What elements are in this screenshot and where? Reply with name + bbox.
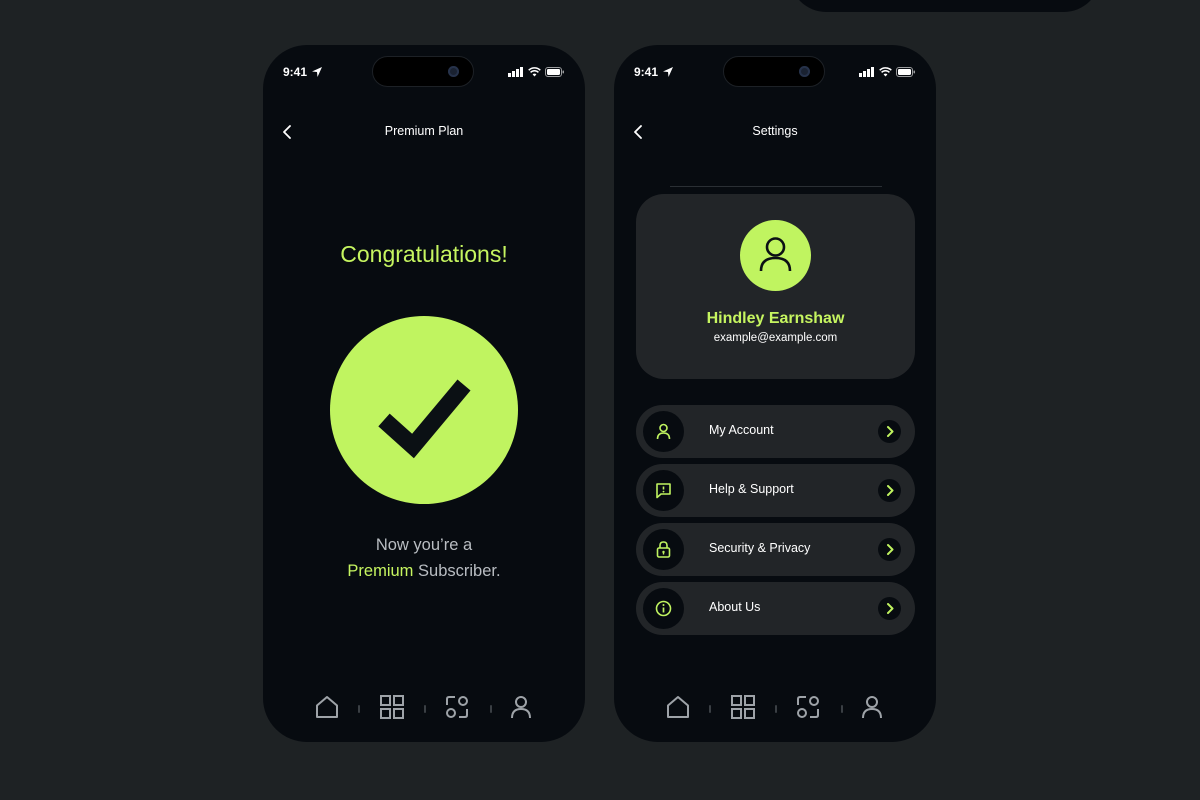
- user-icon: [656, 423, 671, 440]
- home-icon[interactable]: [664, 693, 692, 721]
- avatar[interactable]: [740, 220, 811, 291]
- tab-separator: [358, 705, 360, 713]
- chevron-right-icon: [878, 479, 901, 502]
- menu-label: Help & Support: [709, 482, 794, 496]
- profile-name: Hindley Earnshaw: [706, 310, 845, 327]
- divider: [670, 186, 882, 187]
- location-arrow-icon: [663, 67, 674, 77]
- chevron-right-icon: [878, 538, 901, 561]
- camera-icon: [448, 66, 459, 77]
- time-text: 9:41: [634, 65, 659, 79]
- subscriber-text: Subscriber.: [413, 562, 501, 580]
- scan-icon[interactable]: [443, 693, 471, 721]
- profile-card: Hindley Earnshaw example@example.com: [636, 194, 915, 379]
- grid-icon[interactable]: [729, 693, 757, 721]
- status-bar-time: 9:41: [283, 65, 323, 79]
- wifi-icon: [528, 67, 541, 77]
- congrats-heading: Congratulations!: [340, 241, 508, 267]
- menu-icon-wrap: [643, 588, 684, 629]
- phone-settings: 9:41 Settings Hindley Earnshaw example@e…: [614, 45, 936, 742]
- camera-icon: [799, 66, 810, 77]
- tab-separator: [775, 705, 777, 713]
- status-icons: [859, 67, 916, 77]
- phone-premium-plan: 9:41 Premium Plan Congratulations! Now y…: [263, 45, 585, 742]
- background-phone-edge: [790, 0, 1100, 12]
- home-icon[interactable]: [313, 693, 341, 721]
- time-text: 9:41: [283, 65, 308, 79]
- menu-label: Security & Privacy: [709, 541, 811, 555]
- success-badge: [330, 316, 518, 504]
- tab-separator: [490, 705, 492, 713]
- menu-icon-wrap: [643, 470, 684, 511]
- profile-icon[interactable]: [507, 693, 535, 721]
- message-alert-icon: [656, 483, 671, 499]
- subscriber-message-line1: Now you’re a: [375, 536, 473, 554]
- page-title: Settings: [752, 124, 798, 138]
- subscriber-message-line2: Premium Subscriber.: [263, 562, 585, 581]
- chevron-right-icon: [878, 420, 901, 443]
- bottom-tab-bar: [263, 693, 585, 723]
- menu-item-help-support[interactable]: Help & Support: [636, 464, 915, 517]
- info-icon: [655, 600, 672, 617]
- menu-item-my-account[interactable]: My Account: [636, 405, 915, 458]
- wifi-icon: [879, 67, 892, 77]
- menu-item-security-privacy[interactable]: Security & Privacy: [636, 523, 915, 576]
- status-icons: [508, 67, 565, 77]
- scan-icon[interactable]: [794, 693, 822, 721]
- signal-icon: [859, 67, 874, 77]
- page-title: Premium Plan: [384, 124, 464, 138]
- battery-icon: [896, 67, 915, 77]
- tab-separator: [709, 705, 711, 713]
- bottom-tab-bar: [614, 693, 936, 723]
- profile-icon[interactable]: [858, 693, 886, 721]
- tab-separator: [841, 705, 843, 713]
- grid-icon[interactable]: [378, 693, 406, 721]
- dynamic-island: [372, 56, 474, 87]
- menu-label: About Us: [709, 600, 761, 614]
- profile-email: example@example.com: [713, 332, 838, 344]
- menu-icon-wrap: [643, 411, 684, 452]
- user-icon: [759, 237, 792, 272]
- menu-item-about-us[interactable]: About Us: [636, 582, 915, 635]
- lock-icon: [656, 541, 671, 558]
- status-bar-time: 9:41: [634, 65, 674, 79]
- dynamic-island: [723, 56, 825, 87]
- premium-highlight: Premium: [347, 562, 414, 580]
- chevron-right-icon: [878, 597, 901, 620]
- battery-icon: [545, 67, 564, 77]
- menu-icon-wrap: [643, 529, 684, 570]
- location-arrow-icon: [312, 67, 323, 77]
- menu-label: My Account: [709, 423, 774, 437]
- tab-separator: [424, 705, 426, 713]
- check-icon: [378, 379, 471, 459]
- signal-icon: [508, 67, 523, 77]
